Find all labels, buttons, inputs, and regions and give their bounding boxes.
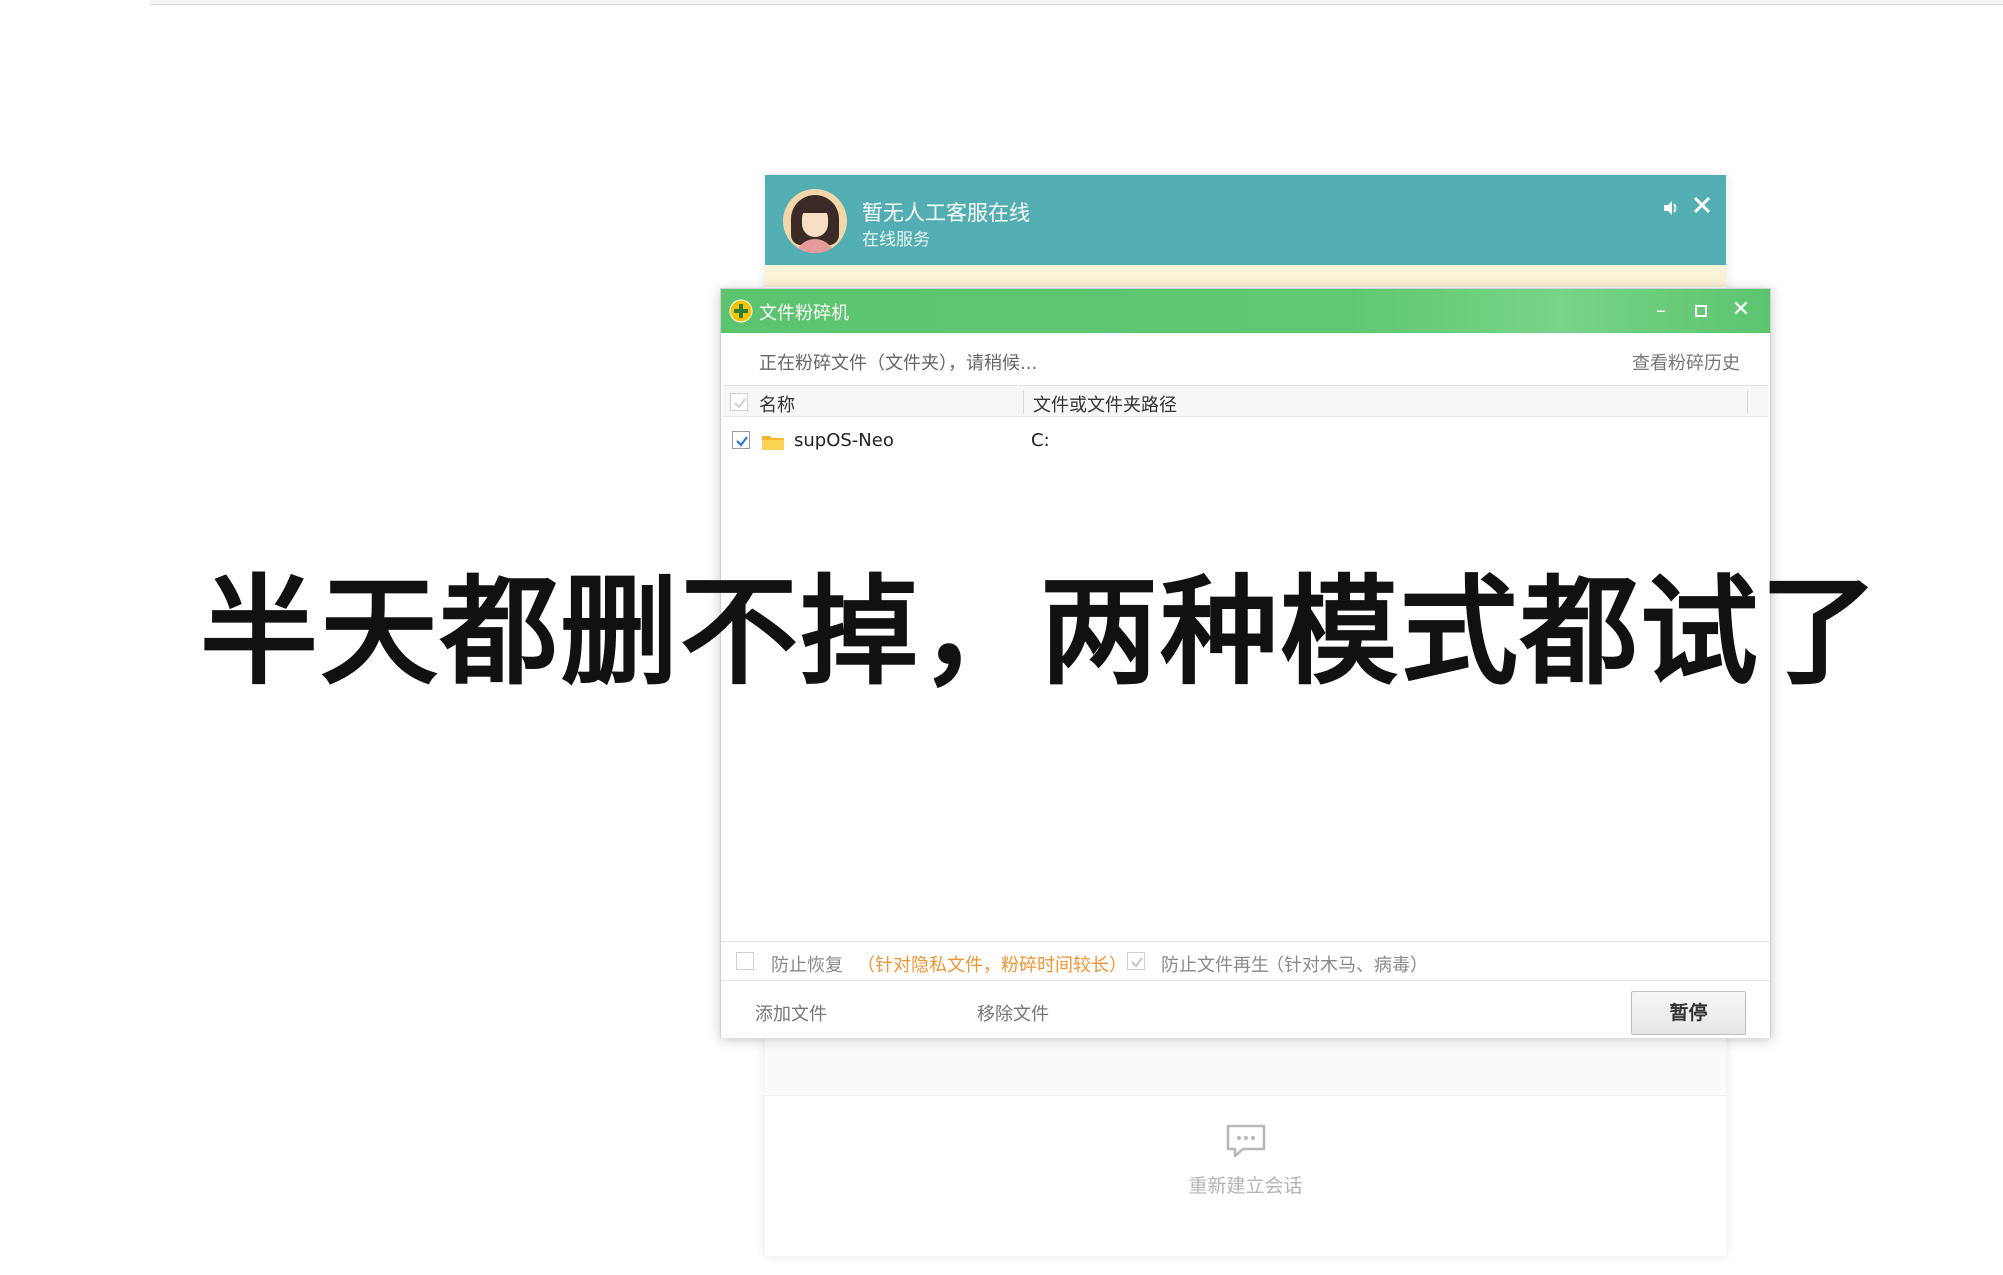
chat-notice-bar: [765, 265, 1726, 287]
chat-bubble-icon[interactable]: [1225, 1123, 1267, 1159]
close-button[interactable]: ✕: [1727, 296, 1755, 324]
chat-footer-area: [765, 1045, 1726, 1095]
chat-close-icon[interactable]: [1692, 195, 1712, 217]
chat-title: 暂无人工客服在线: [862, 201, 1030, 225]
column-header-path[interactable]: 文件或文件夹路径: [1033, 391, 1177, 417]
row-checkbox[interactable]: [732, 431, 750, 449]
divider: [765, 1095, 1726, 1096]
select-all-checkbox[interactable]: [730, 393, 748, 411]
file-table-header: 名称 文件或文件夹路径: [723, 385, 1768, 417]
column-header-name[interactable]: 名称: [759, 391, 795, 417]
shredder-logo-icon: [729, 299, 753, 323]
pause-button[interactable]: 暂停: [1631, 991, 1746, 1035]
file-name: supOS-Neo: [794, 430, 894, 451]
file-path: C:: [1031, 430, 1050, 451]
reconnect-session-link[interactable]: 重新建立会话: [765, 1171, 1726, 1198]
prevent-recovery-note: （针对隐私文件，粉碎时间较长）: [857, 955, 1127, 976]
add-file-button[interactable]: 添加文件: [755, 1000, 827, 1026]
minimize-button[interactable]: –: [1647, 296, 1675, 324]
prevent-recovery-label: 防止恢复: [771, 955, 843, 976]
table-row[interactable]: supOS-Neo C:: [723, 423, 1768, 457]
maximize-button[interactable]: [1687, 296, 1715, 324]
speaker-icon[interactable]: [1662, 199, 1680, 217]
status-text: 正在粉碎文件（文件夹），请稍候...: [759, 353, 1038, 374]
chat-header: 暂无人工客服在线 在线服务: [765, 175, 1726, 265]
video-caption: 半天都删不掉，两种模式都试了: [200, 563, 1881, 701]
column-separator[interactable]: [1023, 390, 1024, 414]
chat-subtitle: 在线服务: [862, 230, 930, 250]
column-separator[interactable]: [1747, 390, 1748, 414]
prevent-recovery-checkbox[interactable]: [736, 952, 754, 970]
title-bar[interactable]: 文件粉碎机 – ✕: [721, 289, 1770, 333]
options-bar: 防止恢复 （针对隐私文件，粉碎时间较长） 防止文件再生 （针对木马、病毒）: [721, 941, 1770, 981]
agent-avatar: [783, 189, 847, 253]
prevent-regeneration-note: （针对木马、病毒）: [1266, 955, 1428, 976]
prevent-regeneration-label: 防止文件再生: [1161, 955, 1269, 976]
window-title: 文件粉碎机: [759, 303, 849, 324]
folder-icon: [761, 433, 785, 451]
screen: 暂无人工客服在线 在线服务 重新建立会话 文件粉碎机 – ✕ 正在粉碎文件（文件…: [0, 0, 2003, 1275]
browser-top-edge: [150, 0, 2003, 5]
prevent-regeneration-checkbox[interactable]: [1127, 952, 1145, 970]
view-history-link[interactable]: 查看粉碎历史: [1632, 349, 1740, 375]
remove-file-button[interactable]: 移除文件: [977, 1000, 1049, 1026]
bottom-toolbar: 添加文件 移除文件 暂停: [721, 982, 1770, 1038]
